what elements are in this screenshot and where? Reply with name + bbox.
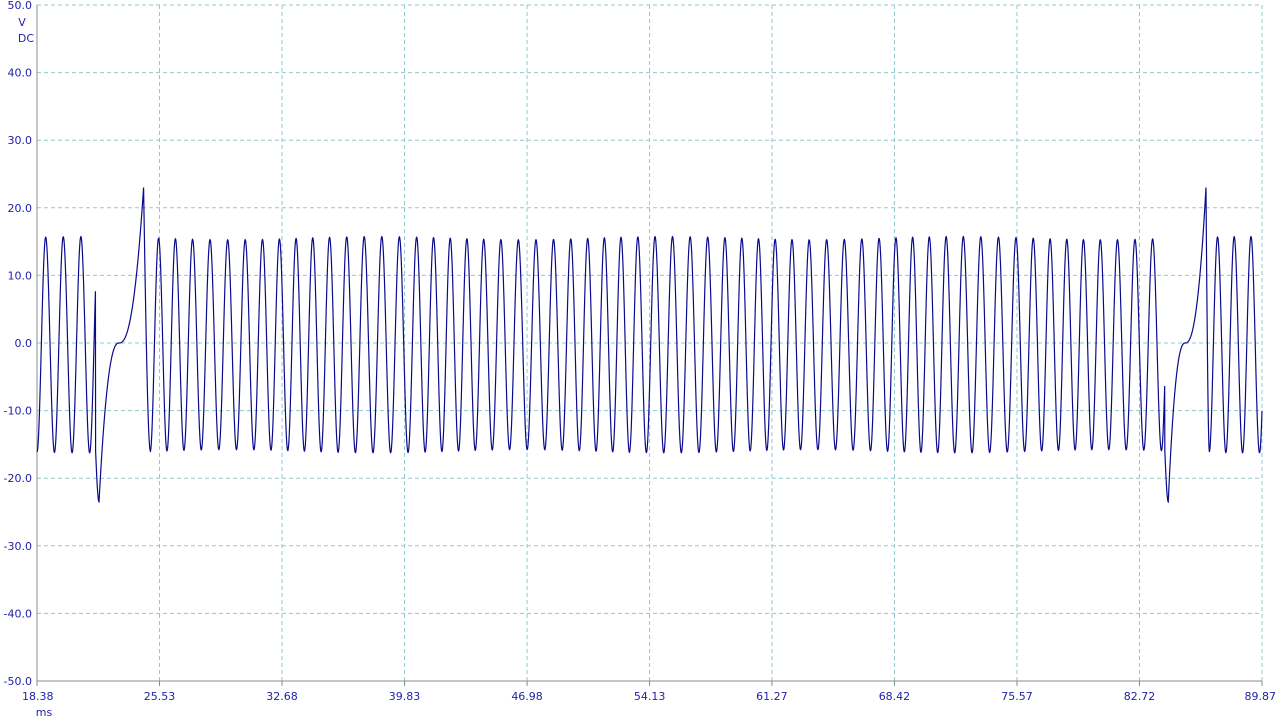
- y-tick-label: 10.0: [8, 269, 33, 282]
- x-tick-label: 82.72: [1124, 690, 1156, 703]
- y-tick-label: -50.0: [4, 675, 32, 688]
- x-tick-label: 32.68: [266, 690, 298, 703]
- x-tick-labels: 18.38 25.53 32.68 39.83 46.98 54.13 61.27 68.42…: [22, 690, 1276, 703]
- plot-axes: [36, 5, 1263, 686]
- y-tick-label: 50.0: [8, 0, 33, 12]
- y-tick-label: 30.0: [8, 134, 33, 147]
- y-tick-label: 0.0: [15, 337, 33, 350]
- y-tick-label: 40.0: [8, 67, 33, 80]
- y-tick-label: -20.0: [4, 472, 32, 485]
- y-tick-labels: 50.0 40.0 30.0 20.0 10.0 0.0 -10.0 -20.0 -30.0 -4…: [4, 0, 32, 688]
- plot-grid: [37, 4, 1263, 681]
- x-tick-label: 68.42: [879, 690, 911, 703]
- x-tick-label: 46.98: [511, 690, 543, 703]
- coupling-label: DC: [18, 32, 34, 45]
- x-tick-label: 39.83: [389, 690, 421, 703]
- y-tick-label: -30.0: [4, 540, 32, 553]
- x-tick-label: 89.87: [1245, 690, 1277, 703]
- y-tick-label: -40.0: [4, 607, 32, 620]
- y-tick-label: 20.0: [8, 202, 33, 215]
- x-tick-label: 54.13: [634, 690, 666, 703]
- y-tick-label: -10.0: [4, 405, 32, 418]
- oscilloscope-plot: 50.0 40.0 30.0 20.0 10.0 0.0 -10.0 -20.0 -30.0 -4…: [4, 0, 1276, 719]
- y-axis-unit: V: [18, 16, 26, 29]
- x-axis-unit: ms: [36, 706, 53, 719]
- x-tick-label: 61.27: [756, 690, 788, 703]
- x-tick-label: 25.53: [144, 690, 176, 703]
- x-tick-label: 18.38: [22, 690, 54, 703]
- x-tick-label: 75.57: [1001, 690, 1033, 703]
